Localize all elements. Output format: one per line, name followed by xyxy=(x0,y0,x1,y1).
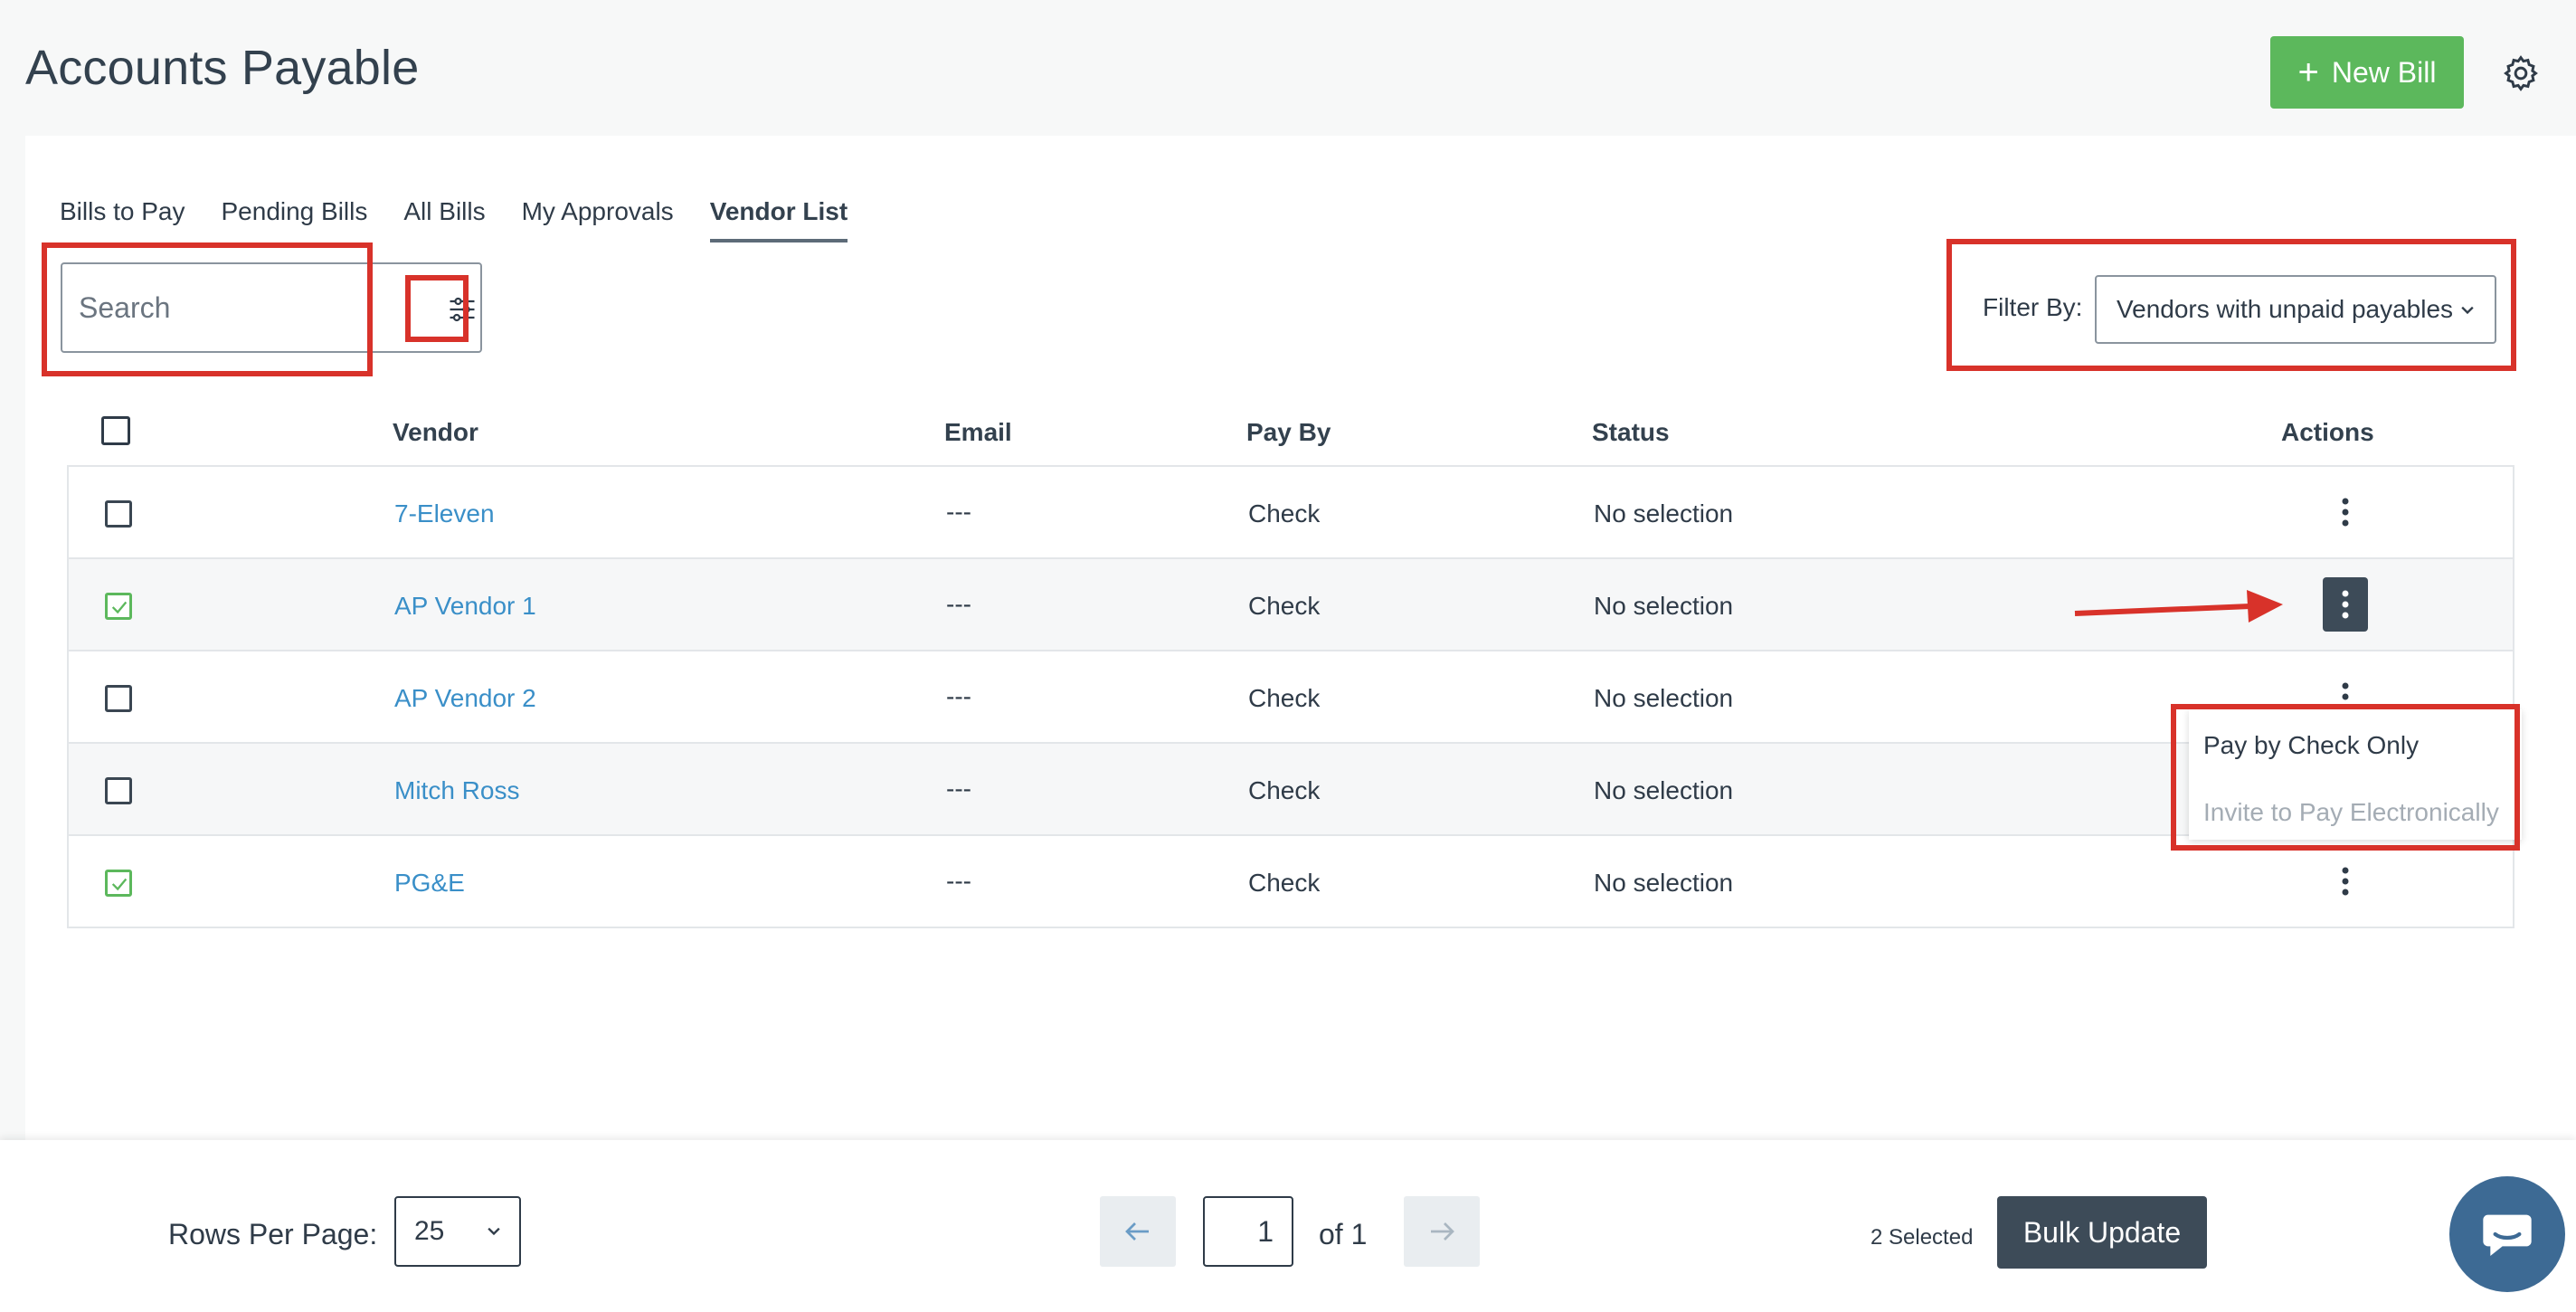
arrow-right-icon xyxy=(1431,1222,1454,1241)
page-number-input[interactable]: 1 xyxy=(1203,1196,1293,1267)
chevron-down-icon xyxy=(488,1227,500,1236)
prev-page-button[interactable] xyxy=(1100,1196,1176,1267)
next-page-button[interactable] xyxy=(1404,1196,1480,1267)
selected-count: 2 Selected xyxy=(1870,1225,1974,1250)
bulk-update-button[interactable]: Bulk Update xyxy=(1997,1196,2207,1269)
rows-per-page-select[interactable]: 25 xyxy=(394,1196,521,1267)
chat-bubble-icon[interactable] xyxy=(2449,1176,2565,1292)
page-total-label: of 1 xyxy=(1319,1218,1368,1250)
rows-per-page-value: 25 xyxy=(414,1216,445,1246)
pagination-footer: Rows Per Page: 25 1 of 1 2 Selected Bulk… xyxy=(0,1140,2576,1312)
annotation-arrow xyxy=(2074,590,2283,623)
arrow-left-icon xyxy=(1125,1222,1149,1241)
rows-per-page-label: Rows Per Page: xyxy=(168,1218,378,1250)
